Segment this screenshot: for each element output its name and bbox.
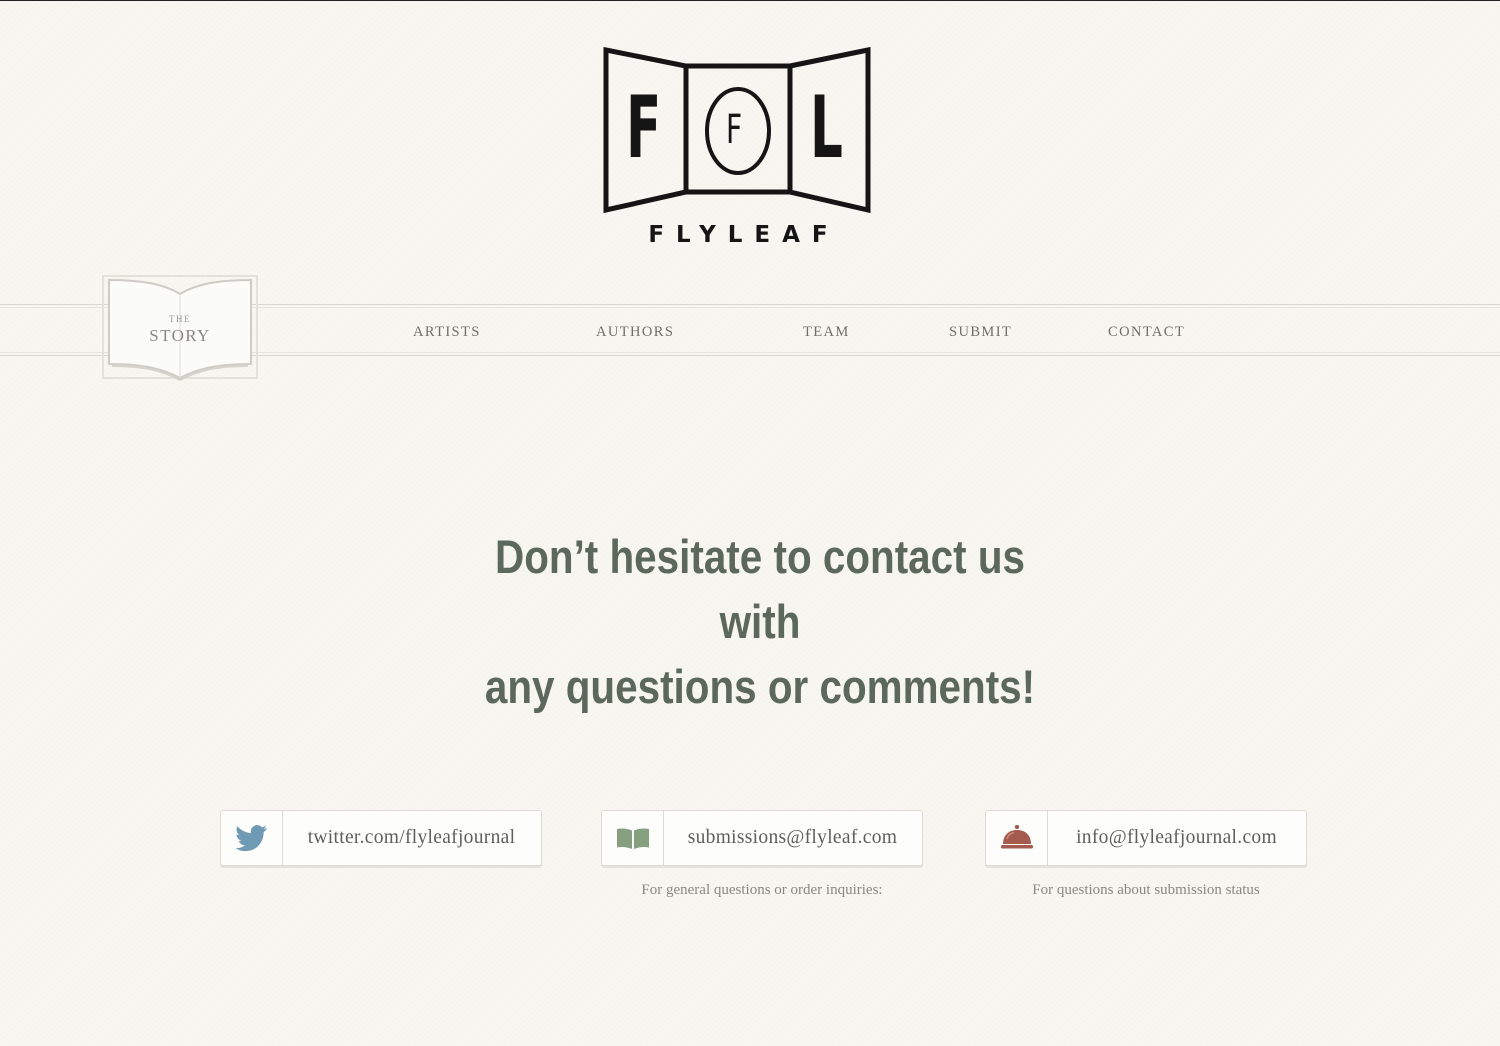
- book-icon-cell: [602, 811, 664, 865]
- logo-letter-left: F: [626, 78, 662, 178]
- flyleaf-logo[interactable]: F F L FLYLEAF: [600, 44, 876, 259]
- nav-team[interactable]: TEAM: [803, 324, 850, 340]
- the-story-button[interactable]: THE STORY: [102, 274, 258, 384]
- nav-submit[interactable]: SUBMIT: [949, 324, 1012, 340]
- service-bell-icon: [1000, 825, 1033, 849]
- nav-authors[interactable]: AUTHORS: [596, 324, 674, 340]
- headline-line-2: any questions or comments!: [484, 660, 1036, 713]
- nav-contact[interactable]: CONTACT: [1108, 324, 1185, 340]
- contact-headline: Don’t hesitate to contact us with any qu…: [450, 524, 1069, 719]
- logo-wordmark: FLYLEAF: [648, 222, 840, 248]
- open-book-icon: [616, 828, 649, 849]
- twitter-contact-card[interactable]: twitter.com/flyleafjournal: [220, 810, 542, 866]
- info-email-text: info@flyleafjournal.com: [1076, 827, 1277, 848]
- twitter-link-text: twitter.com/flyleafjournal: [307, 827, 516, 848]
- nav-artists[interactable]: ARTISTS: [413, 324, 481, 340]
- story-badge-small-label: THE: [169, 314, 191, 324]
- twitter-icon-cell: [221, 811, 283, 865]
- info-note: For questions about submission status: [1032, 882, 1260, 898]
- logo-letter-center: F: [726, 107, 743, 153]
- bell-icon-cell: [986, 811, 1048, 865]
- submissions-email-card[interactable]: submissions@flyleaf.com: [601, 810, 923, 866]
- submissions-note: For general questions or order inquiries…: [641, 882, 883, 898]
- info-email-card[interactable]: info@flyleafjournal.com: [985, 810, 1307, 866]
- headline-line-1: Don’t hesitate to contact us with: [494, 530, 1026, 648]
- twitter-bird-icon: [235, 825, 267, 852]
- submissions-email-text: submissions@flyleaf.com: [687, 827, 898, 848]
- story-badge-title: STORY: [149, 326, 211, 345]
- logo-letter-right: L: [810, 78, 843, 178]
- top-border: [0, 0, 1500, 1]
